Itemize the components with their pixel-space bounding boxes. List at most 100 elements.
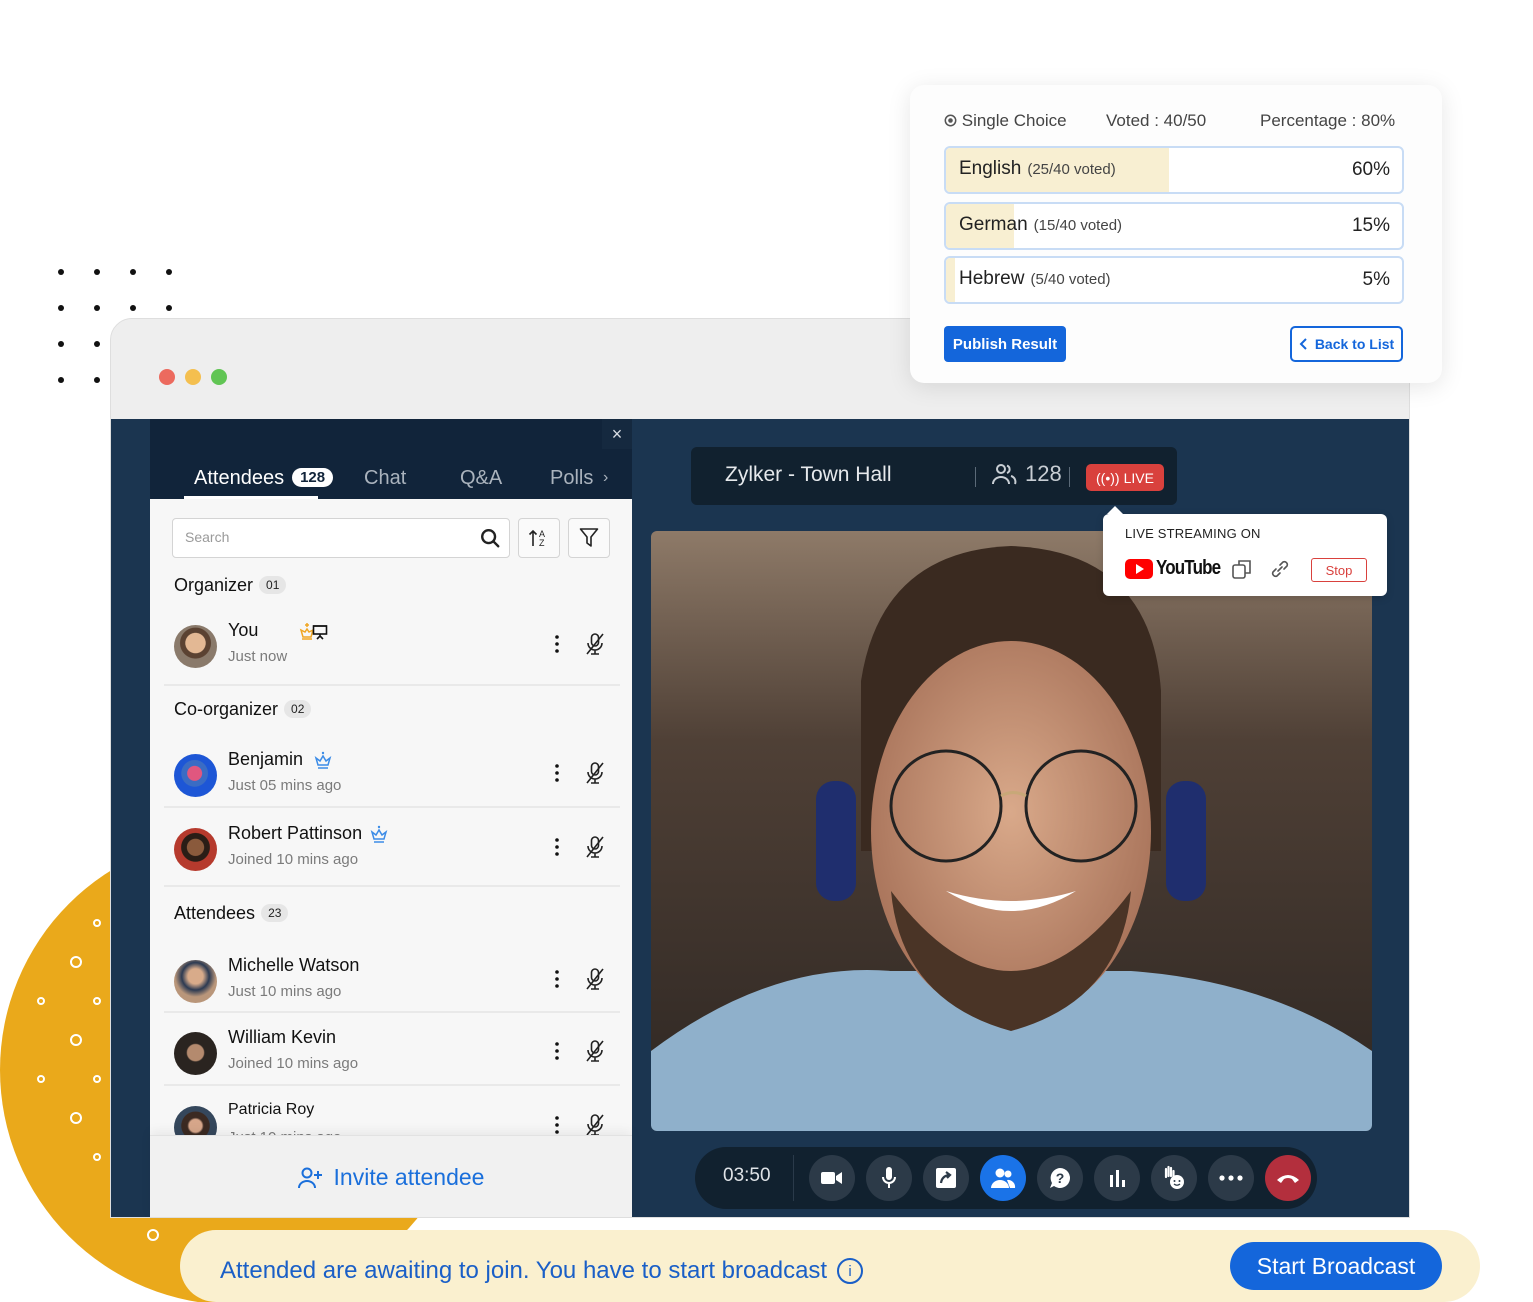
mic-muted-icon[interactable] bbox=[584, 1039, 606, 1063]
avatar bbox=[174, 754, 217, 797]
platform-name: YouTube bbox=[1156, 557, 1221, 579]
tab-label: Attendees bbox=[194, 467, 285, 489]
minimize-window-dot[interactable] bbox=[185, 369, 201, 385]
poll-option-label: German (15/40 voted) bbox=[959, 214, 1122, 236]
person-name: You bbox=[228, 620, 259, 640]
section-title: Organizer bbox=[174, 575, 254, 595]
stop-streaming-button[interactable]: Stop bbox=[1311, 558, 1367, 582]
info-icon[interactable]: i bbox=[837, 1258, 864, 1284]
more-options-icon[interactable] bbox=[554, 634, 560, 654]
close-icon: × bbox=[611, 423, 623, 444]
tab-attendees[interactable]: Attendees 128 bbox=[194, 467, 334, 490]
search-icon[interactable] bbox=[479, 527, 501, 549]
invite-attendee-button[interactable]: Invite attendee bbox=[150, 1135, 632, 1217]
live-badge[interactable]: ((•)) LIVE bbox=[1086, 464, 1164, 491]
close-window-dot[interactable] bbox=[159, 369, 175, 385]
speaker-video-frame bbox=[651, 531, 1372, 1131]
hang-up-icon bbox=[1277, 1175, 1299, 1183]
divider bbox=[164, 1084, 620, 1086]
tab-chat[interactable]: Chat bbox=[364, 467, 406, 490]
more-options-icon[interactable] bbox=[554, 1041, 560, 1061]
person-name: Robert Pattinson bbox=[228, 823, 363, 843]
add-user-icon bbox=[297, 1167, 322, 1188]
person-status: Just 05 mins ago bbox=[228, 777, 342, 794]
list-item[interactable]: You Just now bbox=[164, 612, 620, 684]
filter-button[interactable] bbox=[568, 518, 610, 558]
more-options-icon[interactable] bbox=[554, 969, 560, 989]
search-input[interactable] bbox=[173, 519, 463, 555]
svg-text:Z: Z bbox=[539, 538, 545, 548]
divider bbox=[793, 1155, 794, 1201]
person-status: Joined 10 mins ago bbox=[228, 851, 359, 868]
option-percent: 5% bbox=[1362, 269, 1390, 290]
tabs-next-icon[interactable]: › bbox=[603, 469, 608, 487]
list-item[interactable]: Benjamin Just 05 mins ago bbox=[164, 741, 620, 813]
banner-message: Attended are awaiting to join. You have … bbox=[220, 1257, 864, 1285]
back-to-list-button[interactable]: Back to List bbox=[1290, 326, 1403, 362]
poll-option-bar bbox=[946, 258, 956, 302]
poll-results-card: Single Choice Voted : 40/50 Percentage :… bbox=[910, 85, 1442, 383]
end-call-button[interactable] bbox=[1265, 1155, 1311, 1201]
poll-option: German (15/40 voted) 15% bbox=[944, 202, 1404, 250]
participants-button[interactable] bbox=[980, 1155, 1026, 1201]
avatar bbox=[174, 960, 217, 1003]
mic-muted-icon[interactable] bbox=[584, 835, 606, 859]
mic-muted-icon[interactable] bbox=[584, 632, 606, 656]
svg-text:?: ? bbox=[1056, 1170, 1065, 1186]
mic-muted-icon[interactable] bbox=[584, 1113, 606, 1137]
poll-voted: Voted : 40/50 bbox=[1106, 111, 1207, 130]
live-label: LIVE bbox=[1123, 469, 1154, 486]
maximize-window-dot[interactable] bbox=[211, 369, 227, 385]
more-options-icon[interactable] bbox=[554, 1115, 560, 1135]
section-count: 23 bbox=[261, 904, 289, 922]
event-title-bar: Zylker - Town Hall 128 ((•)) LIVE bbox=[691, 447, 1177, 505]
camera-button[interactable] bbox=[809, 1155, 855, 1201]
qa-button[interactable]: ? bbox=[1037, 1155, 1083, 1201]
chevron-left-icon bbox=[1299, 338, 1307, 350]
sort-button[interactable]: AZ bbox=[518, 518, 560, 558]
option-name: German bbox=[959, 214, 1028, 235]
option-votes: (25/40 voted) bbox=[1027, 161, 1116, 178]
banner-message-text: Attended are awaiting to join. You have … bbox=[220, 1257, 828, 1284]
person-name: Patricia Roy bbox=[228, 1101, 315, 1118]
start-broadcast-button[interactable]: Start Broadcast bbox=[1230, 1242, 1442, 1290]
mic-muted-icon[interactable] bbox=[584, 761, 606, 785]
section-coorganizer: Co-organizer 02 bbox=[174, 699, 312, 720]
tab-polls[interactable]: Polls bbox=[550, 467, 593, 490]
link-icon[interactable] bbox=[1269, 558, 1291, 580]
call-controls: 03:50 ? bbox=[695, 1147, 1317, 1209]
section-attendees: Attendees 23 bbox=[174, 903, 289, 924]
option-percent: 60% bbox=[1351, 159, 1390, 180]
list-item[interactable]: Michelle Watson Just 10 mins ago bbox=[164, 947, 620, 1019]
tab-label: Chat bbox=[364, 467, 407, 489]
more-button[interactable] bbox=[1208, 1155, 1254, 1201]
tab-qa[interactable]: Q&A bbox=[460, 467, 502, 490]
option-name: Hebrew bbox=[959, 268, 1025, 289]
publish-result-button[interactable]: Publish Result bbox=[944, 326, 1066, 362]
youtube-logo: YouTube bbox=[1125, 557, 1232, 580]
close-panel-button[interactable]: × bbox=[602, 419, 632, 449]
option-votes: (15/40 voted) bbox=[1033, 217, 1123, 234]
share-screen-button[interactable] bbox=[923, 1155, 969, 1201]
copy-icon[interactable] bbox=[1231, 558, 1253, 580]
poll-option-label: English (25/40 voted) bbox=[959, 158, 1116, 180]
divider bbox=[1069, 467, 1070, 487]
raise-hand-button[interactable] bbox=[1151, 1155, 1197, 1201]
speaker-video bbox=[651, 531, 1372, 1131]
poll-type: Single Choice bbox=[944, 111, 1067, 131]
mic-muted-icon[interactable] bbox=[584, 967, 606, 991]
poll-type-label: Single Choice bbox=[961, 111, 1067, 130]
list-item[interactable]: Robert Pattinson Joined 10 mins ago bbox=[164, 815, 620, 887]
participant-count-value: 128 bbox=[1025, 461, 1062, 486]
sort-az-icon: AZ bbox=[528, 529, 545, 548]
more-options-icon[interactable] bbox=[554, 837, 560, 857]
poll-chart-icon bbox=[1110, 1170, 1125, 1187]
call-timer: 03:50 bbox=[723, 1165, 771, 1186]
poll-option-label: Hebrew (5/40 voted) bbox=[959, 268, 1111, 290]
back-label: Back to List bbox=[1314, 336, 1395, 352]
more-options-icon[interactable] bbox=[554, 763, 560, 783]
list-item[interactable]: William Kevin Joined 10 mins ago bbox=[164, 1019, 620, 1091]
person-name: Michelle Watson bbox=[228, 955, 360, 975]
polls-button[interactable] bbox=[1094, 1155, 1140, 1201]
microphone-button[interactable] bbox=[866, 1155, 912, 1201]
